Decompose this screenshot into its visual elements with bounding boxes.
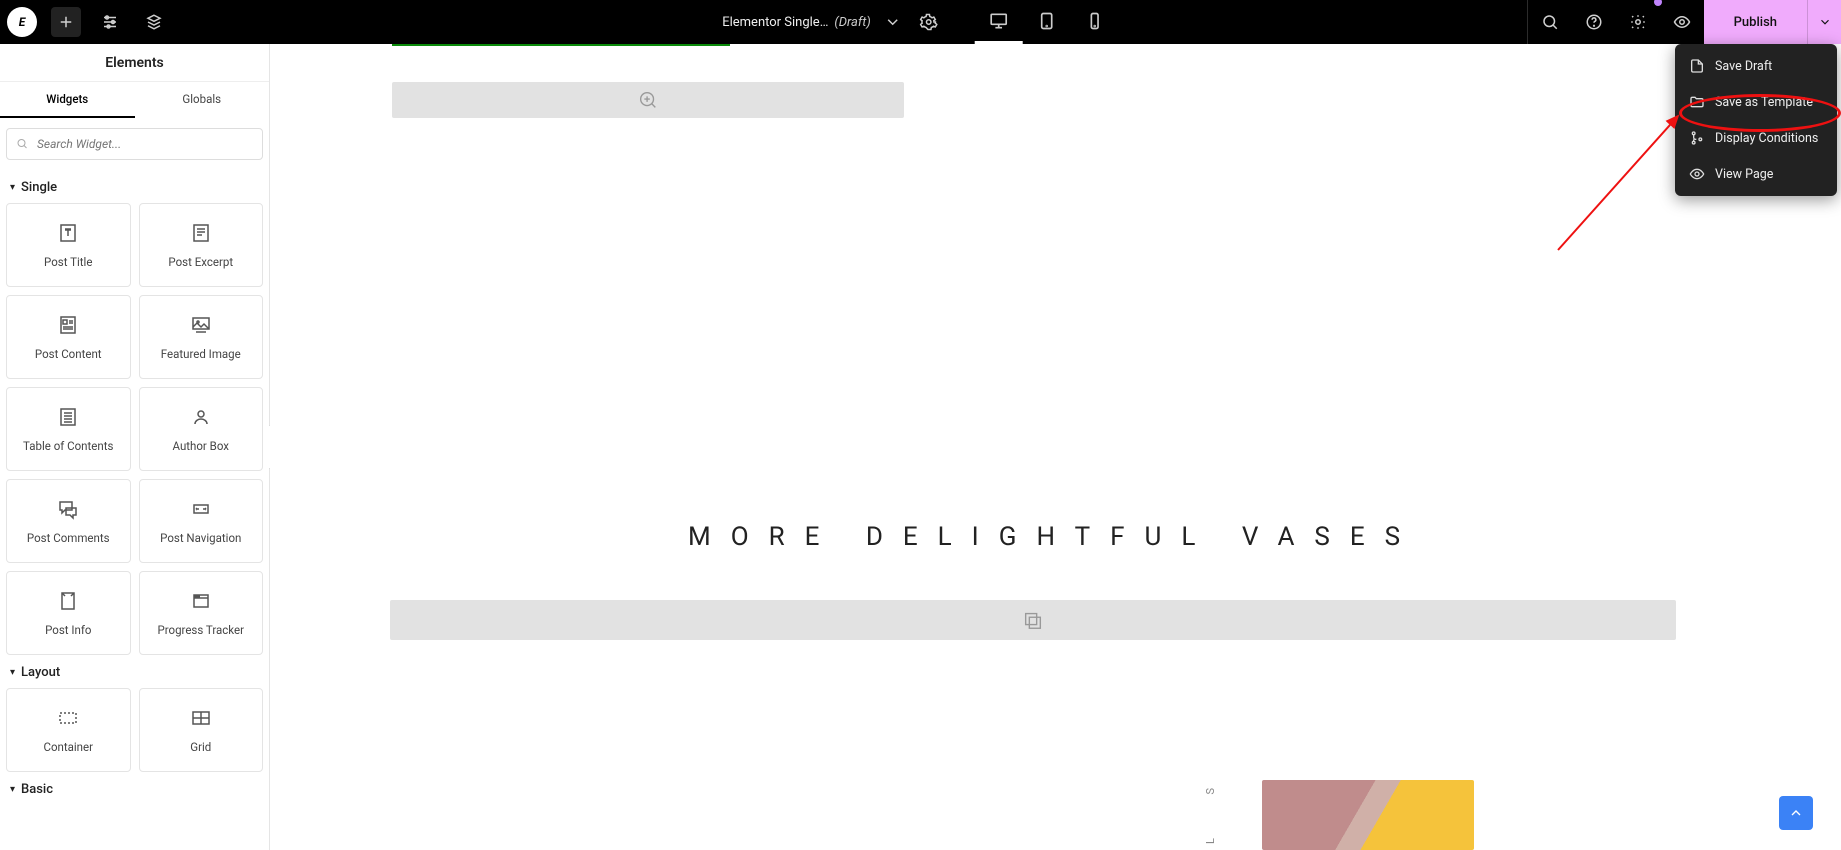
site-settings-button[interactable] [88, 0, 132, 44]
structure-button[interactable] [132, 0, 176, 44]
widget-featured-image[interactable]: Featured Image [139, 295, 264, 379]
widget-author-box[interactable]: Author Box [139, 387, 264, 471]
search-icon [16, 135, 28, 154]
caret-down-icon: ▾ [10, 182, 15, 193]
topbar-right-group: Publish [1527, 0, 1841, 44]
document-dropdown[interactable] [879, 0, 907, 44]
widget-post-info-label: Post Info [45, 623, 91, 637]
menu-view-page[interactable]: View Page [1675, 156, 1837, 192]
menu-view-page-label: View Page [1715, 167, 1773, 182]
device-tablet[interactable] [1023, 0, 1071, 44]
category-single[interactable]: ▾ Single [6, 170, 263, 203]
notification-dot [1654, 0, 1662, 6]
widget-placeholder-small[interactable] [392, 82, 904, 118]
topbar: E Elementor Single… (Draft) [0, 0, 1841, 44]
elementor-logo[interactable]: E [7, 7, 37, 37]
elements-panel: Elements Widgets Globals ▾ Single Post Ti… [0, 44, 270, 850]
save-options-menu: Save Draft Save as Template Display Cond… [1675, 44, 1837, 196]
finder-search-button[interactable] [1528, 0, 1572, 44]
widget-post-title[interactable]: Post Title [6, 203, 131, 287]
scroll-to-top-button[interactable] [1779, 796, 1813, 830]
menu-save-template[interactable]: Save as Template [1675, 84, 1837, 120]
widget-post-title-label: Post Title [44, 255, 92, 269]
single-widgets-grid: Post Title Post Excerpt Post Content Fea… [6, 203, 263, 655]
panel-tabs: Widgets Globals [0, 82, 269, 118]
caret-down-icon: ▾ [10, 667, 15, 678]
publish-button[interactable]: Publish [1704, 0, 1807, 44]
widget-author-box-label: Author Box [173, 439, 230, 453]
widget-post-comments-label: Post Comments [27, 531, 110, 545]
panel-title: Elements [0, 44, 269, 82]
category-layout[interactable]: ▾ Layout [6, 655, 263, 688]
caret-down-icon: ▾ [10, 784, 15, 795]
widget-featured-image-label: Featured Image [161, 347, 241, 361]
tab-widgets[interactable]: Widgets [0, 82, 135, 118]
section-heading[interactable]: MORE DELIGHTFUL VASES [688, 522, 1420, 552]
widget-post-content-label: Post Content [35, 347, 102, 361]
panel-body: ▾ Single Post Title Post Excerpt Post Con… [0, 170, 269, 850]
widget-post-navigation-label: Post Navigation [160, 531, 241, 545]
vertical-label-1: S [1204, 784, 1217, 795]
editor-canvas[interactable]: MORE DELIGHTFUL VASES S L [270, 44, 1841, 850]
widget-post-content[interactable]: Post Content [6, 295, 131, 379]
widget-post-excerpt[interactable]: Post Excerpt [139, 203, 264, 287]
selected-section-outline [392, 44, 730, 46]
tab-widgets-label: Widgets [46, 92, 88, 106]
help-button[interactable] [1572, 0, 1616, 44]
whats-new-button[interactable] [1616, 0, 1660, 44]
menu-display-conditions-label: Display Conditions [1715, 131, 1818, 146]
menu-display-conditions[interactable]: Display Conditions [1675, 120, 1837, 156]
widget-grid[interactable]: Grid [139, 688, 264, 772]
layout-widgets-grid: Container Grid [6, 688, 263, 772]
widget-search-input[interactable] [6, 128, 263, 160]
menu-save-template-label: Save as Template [1715, 95, 1813, 110]
document-status: (Draft) [834, 15, 870, 30]
topbar-left-group: E [0, 0, 176, 44]
document-title: Elementor Single… [722, 15, 828, 30]
widget-post-info[interactable]: Post Info [6, 571, 131, 655]
responsive-switcher [975, 0, 1119, 44]
widget-post-comments[interactable]: Post Comments [6, 479, 131, 563]
category-layout-label: Layout [21, 665, 60, 680]
add-element-button[interactable] [51, 7, 81, 37]
page-settings-button[interactable] [907, 0, 951, 44]
search-wrap [0, 118, 269, 170]
widget-progress-tracker-label: Progress Tracker [157, 623, 244, 637]
menu-save-draft[interactable]: Save Draft [1675, 48, 1837, 84]
widget-post-navigation[interactable]: Post Navigation [139, 479, 264, 563]
widget-grid-label: Grid [190, 740, 211, 754]
widget-container[interactable]: Container [6, 688, 131, 772]
menu-save-draft-label: Save Draft [1715, 59, 1772, 74]
topbar-center: Elementor Single… (Draft) [722, 0, 1119, 44]
widget-progress-tracker[interactable]: Progress Tracker [139, 571, 264, 655]
widget-container-label: Container [43, 740, 93, 754]
category-single-label: Single [21, 180, 57, 195]
widget-placeholder-wide[interactable] [390, 600, 1676, 640]
category-basic[interactable]: ▾ Basic [6, 772, 263, 805]
preview-button[interactable] [1660, 0, 1704, 44]
device-desktop[interactable] [975, 0, 1023, 44]
publish-options-button[interactable] [1807, 0, 1841, 44]
publish-label: Publish [1734, 15, 1777, 30]
device-mobile[interactable] [1071, 0, 1119, 44]
widget-post-excerpt-label: Post Excerpt [168, 255, 233, 269]
widget-toc-label: Table of Contents [23, 439, 113, 453]
tab-globals-label: Globals [182, 92, 221, 106]
widget-toc[interactable]: Table of Contents [6, 387, 131, 471]
vertical-label-2: L [1204, 834, 1217, 844]
product-image-placeholder[interactable] [1262, 780, 1474, 850]
tab-globals[interactable]: Globals [135, 82, 270, 118]
category-basic-label: Basic [21, 782, 53, 797]
